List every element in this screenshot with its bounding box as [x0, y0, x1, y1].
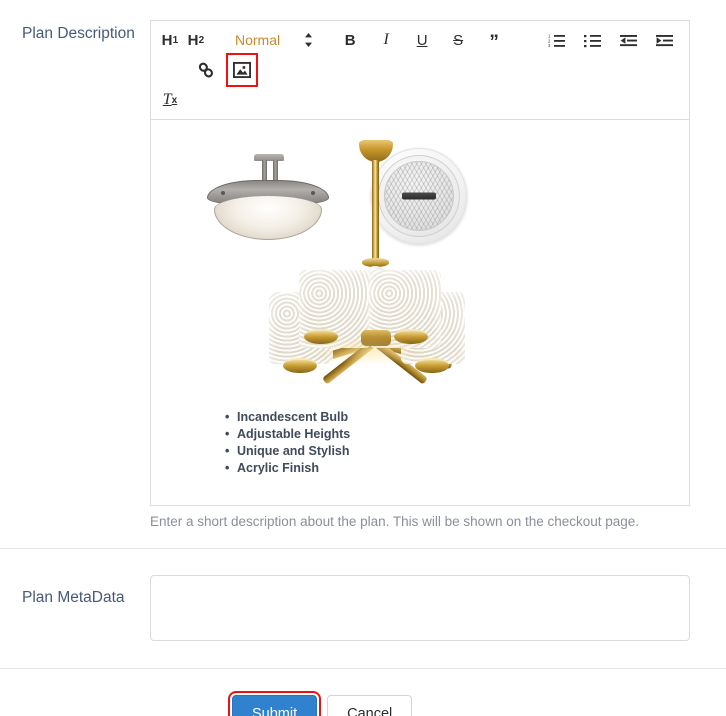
plan-metadata-input[interactable] — [150, 575, 690, 641]
strikethrough-glyph: S — [453, 31, 464, 49]
plan-description-control: H1 H2 Normal B I U S ” 1 2 3 T x • Incan… — [150, 20, 726, 531]
ordered-list-button[interactable]: 1 2 3 — [543, 26, 569, 54]
lighting-fixtures-image — [201, 132, 501, 387]
chandelier-rod — [372, 160, 379, 260]
chandelier-cup-1 — [283, 358, 317, 373]
image-icon[interactable] — [226, 53, 258, 87]
underline-button[interactable]: U — [409, 26, 435, 54]
indent-button[interactable] — [651, 26, 677, 54]
chandelier-canopy — [359, 140, 393, 162]
submit-button[interactable]: Submit — [227, 691, 322, 716]
form-actions: Submit Cancel — [0, 669, 726, 716]
plan-form-page: Plan Description H1 H2 Normal B I U S ” … — [0, 0, 726, 716]
blockquote-glyph: ” — [489, 32, 499, 53]
feature-bullet-list: Incandescent Bulb Adjustable Heights Uni… — [225, 409, 675, 477]
list-item: Unique and Stylish — [225, 443, 675, 460]
bullet-list-button[interactable] — [579, 26, 605, 54]
underline-glyph: U — [416, 31, 428, 49]
italic-button[interactable]: I — [373, 26, 399, 54]
editor-toolbar-row-2: Tx — [157, 85, 683, 115]
heading-2-letter: H — [187, 31, 199, 49]
plan-metadata-row: Plan MetaData — [0, 549, 726, 668]
plan-description-label: Plan Description — [22, 25, 135, 42]
rich-text-editor[interactable]: H1 H2 Normal B I U S ” 1 2 3 T x • Incan… — [150, 20, 690, 506]
svg-text:3: 3 — [548, 43, 551, 48]
flush-screw-left — [221, 191, 225, 195]
plan-metadata-control — [150, 575, 726, 646]
format-picker[interactable]: Normal — [233, 32, 313, 48]
outdent-button[interactable] — [615, 26, 641, 54]
chandelier-glow — [313, 336, 423, 366]
strikethrough-button[interactable]: S — [445, 26, 471, 54]
list-item: Acrylic Finish — [225, 460, 675, 477]
link-icon[interactable] — [193, 56, 219, 84]
heading-1-letter: H — [161, 31, 173, 49]
list-item: Adjustable Heights — [225, 426, 675, 443]
heading-1-sub: 1 — [172, 34, 179, 46]
editor-toolbar: H1 H2 Normal B I U S ” 1 2 3 T x — [151, 21, 689, 120]
bold-button[interactable]: B — [337, 26, 363, 54]
clear-format-sub: x — [171, 94, 178, 106]
format-picker-label: Normal — [235, 32, 281, 48]
chevron-updown-icon — [304, 32, 313, 48]
plan-metadata-label: Plan MetaData — [22, 589, 125, 606]
heading-1-button[interactable]: H1 — [157, 26, 183, 54]
cancel-button[interactable]: Cancel — [327, 695, 413, 716]
plan-description-help-text: Enter a short description about the plan… — [150, 514, 640, 529]
heading-2-sub: 2 — [198, 34, 205, 46]
plan-description-row: Plan Description H1 H2 Normal B I U S ” … — [0, 0, 726, 531]
heading-2-button[interactable]: H2 — [183, 26, 209, 54]
bold-glyph: B — [344, 31, 356, 49]
crystal-chandelier — [261, 140, 471, 385]
clear-format-button[interactable]: Tx — [157, 86, 183, 114]
blockquote-button[interactable]: ” — [481, 26, 507, 54]
italic-glyph: I — [383, 31, 389, 48]
editor-content-area[interactable]: Incandescent Bulb Adjustable Heights Uni… — [151, 120, 689, 505]
list-item: Incandescent Bulb — [225, 409, 675, 426]
clear-format-glyph: T — [162, 91, 172, 108]
